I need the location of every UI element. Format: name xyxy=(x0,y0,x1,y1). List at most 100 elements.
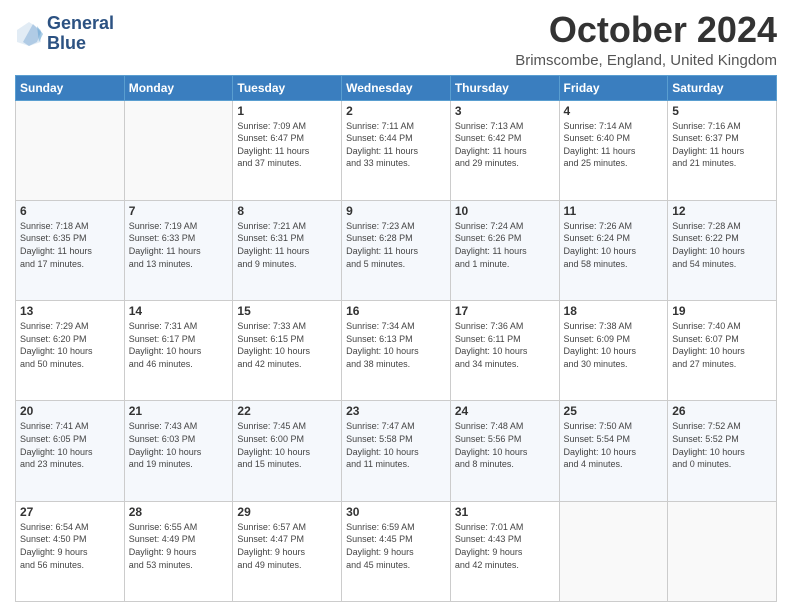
day-info: Sunrise: 7:52 AMSunset: 5:52 PMDaylight:… xyxy=(672,420,772,470)
day-number: 11 xyxy=(564,204,664,218)
day-number: 25 xyxy=(564,404,664,418)
day-number: 2 xyxy=(346,104,446,118)
table-row: 28Sunrise: 6:55 AMSunset: 4:49 PMDayligh… xyxy=(124,501,233,601)
day-number: 1 xyxy=(237,104,337,118)
day-info: Sunrise: 7:28 AMSunset: 6:22 PMDaylight:… xyxy=(672,220,772,270)
day-info: Sunrise: 7:41 AMSunset: 6:05 PMDaylight:… xyxy=(20,420,120,470)
day-number: 30 xyxy=(346,505,446,519)
col-monday: Monday xyxy=(124,75,233,100)
day-info: Sunrise: 7:40 AMSunset: 6:07 PMDaylight:… xyxy=(672,320,772,370)
day-number: 5 xyxy=(672,104,772,118)
week-row-2: 13 Sunrise: 7:29 AMSunset: 6:20 PMDayligh… xyxy=(16,301,777,401)
day-info: Sunrise: 7:33 AMSunset: 6:15 PMDaylight:… xyxy=(237,320,337,370)
day-number: 24 xyxy=(455,404,555,418)
col-tuesday: Tuesday xyxy=(233,75,342,100)
col-sunday: Sunday xyxy=(16,75,125,100)
day-number: 13 xyxy=(20,304,120,318)
day-number: 18 xyxy=(564,304,664,318)
day-info: Sunrise: 7:14 AMSunset: 6:40 PMDaylight:… xyxy=(564,120,664,170)
week-row-1: 6 Sunrise: 7:18 AMSunset: 6:35 PMDaylight… xyxy=(16,200,777,300)
day-info: Sunrise: 7:16 AMSunset: 6:37 PMDaylight:… xyxy=(672,120,772,170)
day-info: Sunrise: 7:45 AMSunset: 6:00 PMDaylight:… xyxy=(237,420,337,470)
table-row: 6 Sunrise: 7:18 AMSunset: 6:35 PMDaylight… xyxy=(16,200,125,300)
day-info: Sunrise: 7:24 AMSunset: 6:26 PMDaylight:… xyxy=(455,220,555,270)
table-row: 30 Sunrise: 6:59 AMSunset: 4:45 PMDayligh… xyxy=(342,501,451,601)
table-row: 15 Sunrise: 7:33 AMSunset: 6:15 PMDayligh… xyxy=(233,301,342,401)
table-row: 2 Sunrise: 7:11 AMSunset: 6:44 PMDaylight… xyxy=(342,100,451,200)
day-number: 4 xyxy=(564,104,664,118)
table-row: 18 Sunrise: 7:38 AMSunset: 6:09 PMDayligh… xyxy=(559,301,668,401)
day-number: 12 xyxy=(672,204,772,218)
day-info: Sunrise: 7:31 AMSunset: 6:17 PMDaylight:… xyxy=(129,320,229,370)
logo-text: General Blue xyxy=(47,14,114,54)
day-number: 19 xyxy=(672,304,772,318)
week-row-0: 1Sunrise: 7:09 AMSunset: 6:47 PMDaylight… xyxy=(16,100,777,200)
day-info: Sunrise: 7:29 AMSunset: 6:20 PMDaylight:… xyxy=(20,320,120,370)
table-row xyxy=(668,501,777,601)
day-info: Sunrise: 7:19 AMSunset: 6:33 PMDaylight:… xyxy=(129,220,229,270)
day-info: Sunrise: 6:54 AMSunset: 4:50 PMDaylight:… xyxy=(20,521,120,571)
day-info: Sunrise: 7:21 AMSunset: 6:31 PMDaylight:… xyxy=(237,220,337,270)
calendar-table: Sunday Monday Tuesday Wednesday Thursday… xyxy=(15,75,777,602)
day-number: 10 xyxy=(455,204,555,218)
day-info: Sunrise: 6:59 AMSunset: 4:45 PMDaylight:… xyxy=(346,521,446,571)
logo-line1: General xyxy=(47,14,114,34)
table-row: 25 Sunrise: 7:50 AMSunset: 5:54 PMDayligh… xyxy=(559,401,668,501)
table-row: 8Sunrise: 7:21 AMSunset: 6:31 PMDaylight… xyxy=(233,200,342,300)
day-number: 17 xyxy=(455,304,555,318)
table-row: 16 Sunrise: 7:34 AMSunset: 6:13 PMDayligh… xyxy=(342,301,451,401)
day-info: Sunrise: 7:38 AMSunset: 6:09 PMDaylight:… xyxy=(564,320,664,370)
day-info: Sunrise: 7:50 AMSunset: 5:54 PMDaylight:… xyxy=(564,420,664,470)
logo-icon xyxy=(15,20,43,48)
day-info: Sunrise: 7:26 AMSunset: 6:24 PMDaylight:… xyxy=(564,220,664,270)
table-row: 20 Sunrise: 7:41 AMSunset: 6:05 PMDayligh… xyxy=(16,401,125,501)
day-info: Sunrise: 7:36 AMSunset: 6:11 PMDaylight:… xyxy=(455,320,555,370)
table-row xyxy=(124,100,233,200)
day-number: 21 xyxy=(129,404,229,418)
table-row: 3Sunrise: 7:13 AMSunset: 6:42 PMDaylight… xyxy=(450,100,559,200)
day-info: Sunrise: 6:57 AMSunset: 4:47 PMDaylight:… xyxy=(237,521,337,571)
month-title: October 2024 xyxy=(515,10,777,50)
logo-line2: Blue xyxy=(47,34,114,54)
table-row: 24Sunrise: 7:48 AMSunset: 5:56 PMDayligh… xyxy=(450,401,559,501)
table-row: 4 Sunrise: 7:14 AMSunset: 6:40 PMDaylight… xyxy=(559,100,668,200)
table-row: 10 Sunrise: 7:24 AMSunset: 6:26 PMDayligh… xyxy=(450,200,559,300)
day-number: 6 xyxy=(20,204,120,218)
col-wednesday: Wednesday xyxy=(342,75,451,100)
day-number: 23 xyxy=(346,404,446,418)
table-row: 7Sunrise: 7:19 AMSunset: 6:33 PMDaylight… xyxy=(124,200,233,300)
table-row: 17 Sunrise: 7:36 AMSunset: 6:11 PMDayligh… xyxy=(450,301,559,401)
col-saturday: Saturday xyxy=(668,75,777,100)
day-number: 16 xyxy=(346,304,446,318)
header: General Blue October 2024 Brimscombe, En… xyxy=(15,10,777,69)
table-row: 29Sunrise: 6:57 AMSunset: 4:47 PMDayligh… xyxy=(233,501,342,601)
week-row-4: 27Sunrise: 6:54 AMSunset: 4:50 PMDayligh… xyxy=(16,501,777,601)
day-info: Sunrise: 7:34 AMSunset: 6:13 PMDaylight:… xyxy=(346,320,446,370)
day-number: 22 xyxy=(237,404,337,418)
table-row: 21Sunrise: 7:43 AMSunset: 6:03 PMDayligh… xyxy=(124,401,233,501)
logo: General Blue xyxy=(15,14,114,54)
table-row: 5 Sunrise: 7:16 AMSunset: 6:37 PMDaylight… xyxy=(668,100,777,200)
table-row: 11 Sunrise: 7:26 AMSunset: 6:24 PMDayligh… xyxy=(559,200,668,300)
table-row xyxy=(16,100,125,200)
header-row: Sunday Monday Tuesday Wednesday Thursday… xyxy=(16,75,777,100)
day-info: Sunrise: 7:23 AMSunset: 6:28 PMDaylight:… xyxy=(346,220,446,270)
day-info: Sunrise: 7:13 AMSunset: 6:42 PMDaylight:… xyxy=(455,120,555,170)
day-number: 20 xyxy=(20,404,120,418)
day-number: 15 xyxy=(237,304,337,318)
location: Brimscombe, England, United Kingdom xyxy=(515,52,777,69)
day-number: 28 xyxy=(129,505,229,519)
table-row: 9 Sunrise: 7:23 AMSunset: 6:28 PMDaylight… xyxy=(342,200,451,300)
table-row: 14 Sunrise: 7:31 AMSunset: 6:17 PMDayligh… xyxy=(124,301,233,401)
col-thursday: Thursday xyxy=(450,75,559,100)
day-number: 9 xyxy=(346,204,446,218)
day-number: 26 xyxy=(672,404,772,418)
day-number: 31 xyxy=(455,505,555,519)
day-info: Sunrise: 7:18 AMSunset: 6:35 PMDaylight:… xyxy=(20,220,120,270)
table-row: 26 Sunrise: 7:52 AMSunset: 5:52 PMDayligh… xyxy=(668,401,777,501)
day-number: 14 xyxy=(129,304,229,318)
title-block: October 2024 Brimscombe, England, United… xyxy=(515,10,777,69)
day-info: Sunrise: 7:47 AMSunset: 5:58 PMDaylight:… xyxy=(346,420,446,470)
table-row: 22 Sunrise: 7:45 AMSunset: 6:00 PMDayligh… xyxy=(233,401,342,501)
day-info: Sunrise: 7:11 AMSunset: 6:44 PMDaylight:… xyxy=(346,120,446,170)
